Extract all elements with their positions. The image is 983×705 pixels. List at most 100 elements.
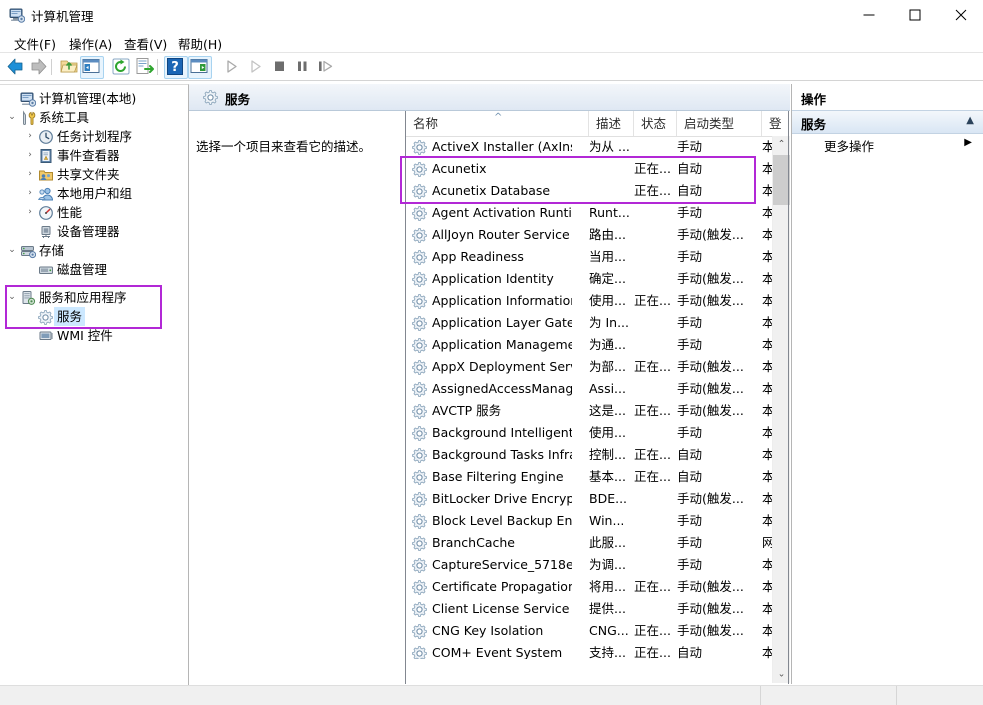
chevron-down-icon[interactable]: ⌄	[4, 241, 20, 260]
chevron-down-icon[interactable]: ⌄	[4, 288, 20, 307]
table-row[interactable]: Certificate Propagation 将用... 正在... 手动(触…	[406, 576, 774, 598]
cell-name: Block Level Backup Engi...	[432, 513, 572, 528]
refresh-icon[interactable]	[110, 56, 132, 77]
start-service-icon[interactable]	[220, 56, 242, 77]
action-more-actions[interactable]: 更多操作 ▶	[792, 134, 983, 154]
device-manager-icon	[38, 224, 54, 240]
table-row[interactable]: Application Layer Gatewa... 为 In... 手动 本	[406, 312, 774, 334]
table-row[interactable]: BitLocker Drive Encryptio... BDE... 手动(触…	[406, 488, 774, 510]
show-action-pane-icon[interactable]	[188, 56, 212, 79]
cell-startup: 手动(触发...	[677, 359, 744, 374]
computer-management-window: 计算机管理 文件(F) 操作(A) 查看(V) 帮助(H) ? 计算机管理(本地…	[0, 0, 983, 705]
cell-startup: 手动(触发...	[677, 491, 744, 506]
up-folder-icon[interactable]	[58, 56, 80, 77]
help-icon[interactable]: ?	[164, 56, 188, 79]
forward-icon[interactable]	[28, 56, 50, 77]
table-row[interactable]: Block Level Backup Engi... Win... 手动 本	[406, 510, 774, 532]
collapse-up-icon[interactable]: ▲	[966, 115, 974, 126]
services-list-view[interactable]: 名称 ^ 描述 状态 启动类型 登 ActiveX Installer (AxI…	[405, 111, 790, 684]
table-row[interactable]: Acunetix Database 正在... 自动 本	[406, 180, 774, 202]
menu-file[interactable]: 文件(F)	[8, 33, 62, 53]
back-icon[interactable]	[4, 56, 26, 77]
table-row[interactable]: BranchCache 此服... 手动 网	[406, 532, 774, 554]
cell-status	[634, 246, 674, 268]
chevron-right-icon[interactable]: ›	[22, 203, 38, 222]
close-button[interactable]	[938, 0, 983, 30]
resume-service-icon[interactable]	[244, 56, 266, 77]
vertical-scroll-thumb[interactable]	[773, 155, 790, 205]
scroll-down-button[interactable]: ⌄	[773, 666, 790, 683]
tree-label: 服务和应用程序	[39, 290, 127, 305]
table-row[interactable]: Application Identity 确定... 手动(触发... 本	[406, 268, 774, 290]
table-row[interactable]: AVCTP 服务 这是... 正在... 手动(触发... 本	[406, 400, 774, 422]
service-gear-icon	[412, 205, 428, 221]
service-gear-icon	[412, 271, 428, 287]
cell-startup: 手动(触发...	[677, 271, 744, 286]
cell-description: BDE...	[589, 491, 628, 506]
actions-group-services[interactable]: 服务 ▲	[792, 110, 983, 134]
export-list-icon[interactable]	[134, 56, 156, 77]
cell-startup: 手动	[677, 425, 703, 440]
actions-title: 操作	[801, 92, 827, 107]
table-row[interactable]: Application Management 为通... 手动 本	[406, 334, 774, 356]
cell-description: Assi...	[589, 381, 626, 396]
column-header-description[interactable]: 描述	[589, 111, 634, 136]
show-hide-tree-icon[interactable]	[80, 56, 104, 79]
table-row[interactable]: Background Intelligent T... 使用... 手动 本	[406, 422, 774, 444]
restart-service-icon[interactable]	[314, 56, 336, 77]
minimize-button[interactable]	[846, 0, 892, 30]
pause-service-icon[interactable]	[291, 56, 313, 77]
chevron-right-icon[interactable]: ›	[22, 127, 38, 146]
table-row[interactable]: COM+ Event System 支持... 正在... 自动 本	[406, 642, 774, 659]
table-row[interactable]: CaptureService_5718e 为调... 手动 本	[406, 554, 774, 576]
maximize-button[interactable]	[892, 0, 938, 30]
console-tree-pane: 计算机管理(本地) ⌄ 系统工具 › 任务计划程序 › 事件查看器 › 共享文件…	[0, 84, 189, 685]
table-row[interactable]: AssignedAccessManager... Assi... 手动(触发..…	[406, 378, 774, 400]
chevron-down-icon[interactable]: ⌄	[4, 108, 20, 127]
event-viewer-icon	[38, 148, 54, 164]
column-header-status[interactable]: 状态	[634, 111, 677, 136]
tree-label: 共享文件夹	[57, 167, 120, 182]
scroll-up-button[interactable]: ⌃	[773, 136, 790, 153]
table-row[interactable]: Agent Activation Runtime... Runt... 手动 本	[406, 202, 774, 224]
table-row[interactable]: App Readiness 当用... 手动 本	[406, 246, 774, 268]
menu-help[interactable]: 帮助(H)	[172, 33, 228, 53]
table-row[interactable]: AllJoyn Router Service 路由... 手动(触发... 本	[406, 224, 774, 246]
table-row[interactable]: Acunetix 正在... 自动 本	[406, 158, 774, 180]
table-row[interactable]: Application Information 使用... 正在... 手动(触…	[406, 290, 774, 312]
stop-service-icon[interactable]	[268, 56, 290, 77]
cell-status	[634, 532, 674, 554]
table-row[interactable]: Client License Service (Cli... 提供... 手动(…	[406, 598, 774, 620]
chevron-right-icon[interactable]: ›	[22, 184, 38, 203]
table-row[interactable]: Background Tasks Infras... 控制... 正在... 自…	[406, 444, 774, 466]
actions-pane: 操作 服务 ▲ 更多操作 ▶	[791, 84, 983, 684]
column-header-startup-type[interactable]: 启动类型	[677, 111, 762, 136]
computer-management-icon	[9, 7, 26, 23]
no-twisty	[22, 260, 38, 279]
toolbar-separator	[51, 59, 52, 75]
cell-status	[634, 488, 674, 510]
column-label: 名称	[413, 116, 439, 131]
cell-status	[634, 224, 674, 246]
table-row[interactable]: Base Filtering Engine 基本... 正在... 自动 本	[406, 466, 774, 488]
cell-description: 这是...	[589, 403, 626, 418]
table-row[interactable]: AppX Deployment Servic... 为部... 正在... 手动…	[406, 356, 774, 378]
table-row[interactable]: CNG Key Isolation CNG... 正在... 手动(触发... …	[406, 620, 774, 642]
menu-action[interactable]: 操作(A)	[63, 33, 118, 53]
service-gear-icon	[412, 315, 428, 331]
chevron-right-icon[interactable]: ›	[22, 146, 38, 165]
column-header-logon-as[interactable]: 登	[762, 111, 786, 136]
cell-status	[634, 378, 674, 400]
service-gear-icon	[412, 557, 428, 573]
cell-status	[634, 422, 674, 444]
cell-description: 确定...	[589, 271, 626, 286]
service-gear-icon	[412, 623, 428, 639]
service-gear-icon	[412, 381, 428, 397]
chevron-right-icon[interactable]: ›	[22, 165, 38, 184]
chevron-right-icon: ▶	[964, 137, 972, 148]
menu-view[interactable]: 查看(V)	[118, 33, 173, 53]
list-vertical-scrollbar[interactable]: ⌃ ⌄	[772, 136, 790, 683]
column-header-name[interactable]: 名称 ^	[406, 111, 589, 136]
table-row[interactable]: ActiveX Installer (AxInstSV) 为从 ... 手动 本	[406, 136, 774, 158]
cell-status: 正在...	[634, 183, 671, 198]
